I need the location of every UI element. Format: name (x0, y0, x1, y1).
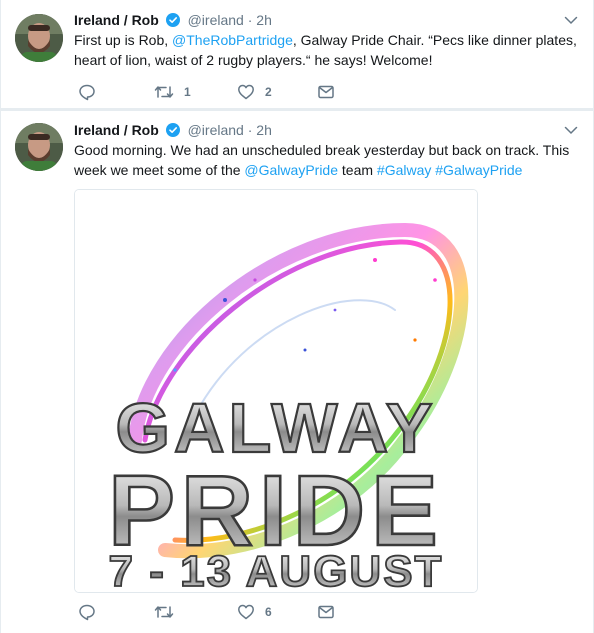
tweet-text-part: First up is Rob, (74, 32, 173, 48)
like-icon (237, 603, 255, 621)
handle[interactable]: @ireland (188, 12, 244, 28)
timestamp[interactable]: 2h (256, 122, 272, 138)
tweet[interactable]: Ireland / Rob @ireland · 2h Good morning… (0, 111, 594, 633)
separator-dot: · (247, 12, 253, 28)
tweet-header: Ireland / Rob @ireland · 2h (74, 121, 272, 141)
reply-button[interactable] (78, 82, 96, 102)
handle[interactable]: @ireland (188, 122, 244, 138)
retweet-button[interactable] (154, 602, 174, 622)
like-button[interactable]: 6 (237, 602, 272, 622)
tweet-text: First up is Rob, @TheRobPartridge, Galwa… (74, 30, 580, 70)
tweet[interactable]: Ireland / Rob @ireland · 2h First up is … (0, 0, 594, 108)
timeline: Ireland / Rob @ireland · 2h First up is … (0, 0, 594, 633)
reply-icon (78, 603, 96, 621)
reply-icon (78, 83, 96, 101)
mention-link[interactable]: @GalwayPride (244, 162, 338, 178)
direct-message-icon (317, 83, 335, 101)
retweet-icon (154, 83, 174, 101)
retweet-button[interactable]: 1 (154, 82, 191, 102)
direct-message-button[interactable] (317, 602, 335, 622)
tweet-text-part: team (338, 162, 377, 178)
chevron-down-icon[interactable] (563, 122, 579, 138)
like-count: 2 (265, 85, 272, 99)
separator-dot: · (247, 122, 253, 138)
avatar[interactable] (15, 123, 63, 171)
retweet-icon (154, 603, 174, 621)
tweet-header: Ireland / Rob @ireland · 2h (74, 11, 272, 31)
tweet-text: Good morning. We had an unscheduled brea… (74, 140, 580, 180)
direct-message-icon (317, 603, 335, 621)
display-name[interactable]: Ireland / Rob (74, 12, 159, 28)
like-button[interactable]: 2 (237, 82, 272, 102)
retweet-count: 1 (184, 85, 191, 99)
verified-badge-icon (165, 123, 180, 141)
poster-line-dates: 7 - 13 AUGUST (109, 547, 444, 592)
timestamp[interactable]: 2h (256, 12, 272, 28)
hashtag-link[interactable]: #GalwayPride (435, 162, 522, 178)
display-name[interactable]: Ireland / Rob (74, 122, 159, 138)
like-icon (237, 83, 255, 101)
hashtag-link[interactable]: #Galway (377, 162, 431, 178)
chevron-down-icon[interactable] (563, 12, 579, 28)
like-count: 6 (265, 605, 272, 619)
avatar[interactable] (15, 14, 63, 62)
reply-button[interactable] (78, 602, 96, 622)
direct-message-button[interactable] (317, 82, 335, 102)
tweet-media-image[interactable]: GALWAY PRIDE 7 - 13 AUGUST (74, 189, 478, 593)
mention-link[interactable]: @TheRobPartridge (172, 32, 293, 48)
verified-badge-icon (165, 13, 180, 31)
